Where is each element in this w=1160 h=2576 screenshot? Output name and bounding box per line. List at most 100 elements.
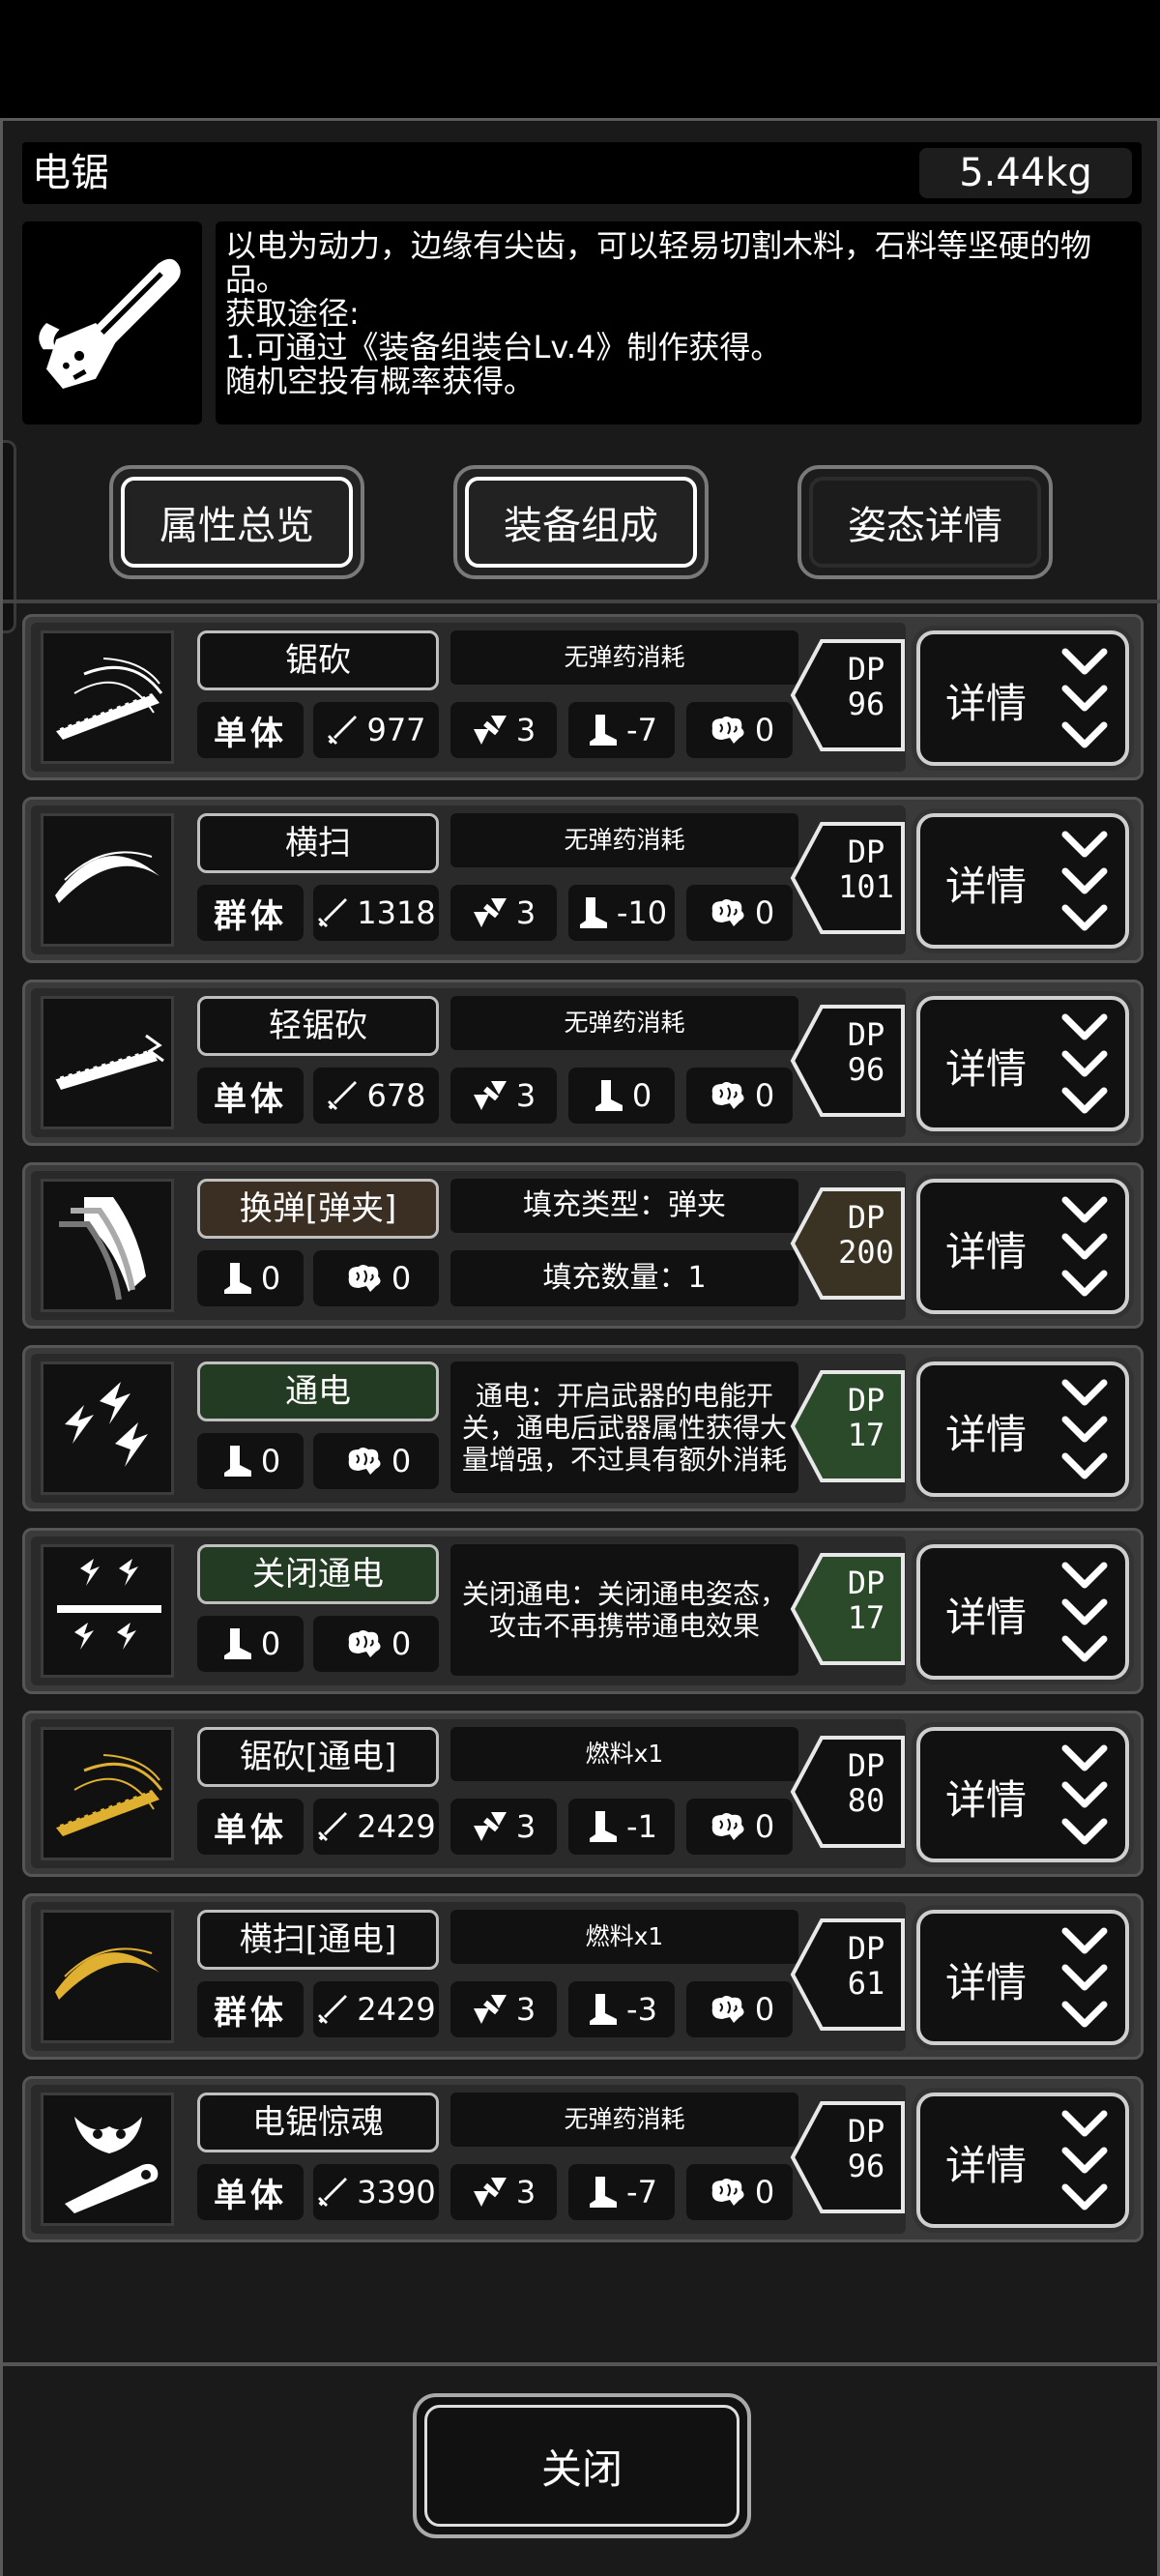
ammo-cost: 无弹药消耗: [450, 996, 798, 1050]
details-button[interactable]: 详情: [916, 1727, 1129, 1862]
divider: [3, 2362, 1160, 2366]
skill-note: 关闭通电：关闭通电姿态，攻击不再携带通电效果: [450, 1544, 798, 1676]
sword-icon: [318, 2178, 348, 2207]
divider: [3, 600, 1160, 603]
electric-bolts-icon: [41, 1361, 174, 1495]
attack-value: 977: [366, 712, 426, 748]
description-line: 随机空投有概率获得。: [225, 363, 536, 399]
equipment-composition-button[interactable]: 装备组成: [453, 465, 709, 579]
ammo-cost: 无弹药消耗: [450, 813, 798, 867]
brain-value: 0: [754, 712, 775, 748]
move-value: -10: [616, 894, 668, 931]
description-line: 以电为动力，边缘有尖齿，可以轻易切割木料，石料等坚硬的物品。: [225, 227, 1092, 298]
attack-stat: 977: [313, 702, 439, 758]
details-label: 详情: [945, 1959, 1028, 2006]
sword-icon: [328, 1081, 358, 1110]
brain-stat: 0: [686, 702, 793, 758]
button-label: 姿态详情: [848, 504, 1002, 548]
details-button[interactable]: 详情: [916, 1910, 1129, 2045]
brain-stat: 0: [686, 1799, 793, 1855]
dp-badge: DP 96: [789, 638, 914, 752]
hit-value: 3: [515, 712, 536, 748]
brain-stat: 0: [686, 1068, 793, 1124]
brain-stat: 0: [686, 885, 793, 941]
details-button[interactable]: 详情: [916, 1544, 1129, 1680]
details-button[interactable]: 详情: [916, 1361, 1129, 1497]
dp-badge: DP 80: [789, 1735, 914, 1849]
dp-badge: DP 101: [789, 821, 914, 935]
dp-text: DP 61: [847, 1930, 885, 2002]
stance-details-button[interactable]: 姿态详情: [798, 465, 1053, 579]
details-button[interactable]: 详情: [916, 2093, 1129, 2228]
boot-icon: [590, 715, 618, 746]
brain-value: 0: [391, 1260, 412, 1297]
target-type: 单体: [197, 702, 304, 758]
item-weight: 5.44kg: [919, 148, 1132, 198]
chainsaw-slash-icon: [41, 630, 174, 764]
item-detail-panel: 电锯 5.44kg 以电为动力，边缘有尖齿，可以轻易切割木料，石料等坚硬的物品。…: [0, 118, 1160, 2576]
item-title: 电锯: [32, 151, 109, 195]
skill-name: 锯砍: [197, 630, 439, 690]
details-label: 详情: [945, 1228, 1028, 1275]
brain-value: 0: [754, 1077, 775, 1114]
attack-value: 2429: [357, 1808, 436, 1845]
hit-value: 3: [515, 894, 536, 931]
brain-value: 0: [754, 1808, 775, 1845]
target-type: 群体: [197, 885, 304, 941]
attack-stat: 678: [313, 1068, 439, 1124]
attack-stat: 2429: [313, 1981, 439, 2037]
description-line: 获取途径:: [225, 295, 360, 332]
details-label: 详情: [945, 1045, 1028, 1093]
attack-stat: 3390: [313, 2164, 439, 2220]
boot-icon: [590, 1811, 618, 1842]
hit-stat: 3: [450, 2164, 557, 2220]
details-button[interactable]: 详情: [916, 813, 1129, 949]
brain-icon: [348, 1448, 381, 1475]
dp-badge: DP 61: [789, 1917, 914, 2032]
dp-text: DP 17: [847, 1565, 885, 1636]
dp-value: 200: [838, 1234, 894, 1271]
brain-icon: [711, 1082, 744, 1109]
attack-value: 3390: [357, 2174, 436, 2210]
details-button[interactable]: 详情: [916, 1179, 1129, 1314]
hit-icon: [473, 1995, 507, 2024]
attributes-overview-button[interactable]: 属性总览: [109, 465, 364, 579]
move-stat: 0: [568, 1068, 675, 1124]
brain-icon: [711, 717, 744, 744]
boot-icon: [590, 2177, 618, 2208]
skill-row: 锯砍[通电] 燃料x1 单体 2429 3 -1 0 DP 80 详情: [22, 1711, 1144, 1877]
target-type: 单体: [197, 1068, 304, 1124]
skill-name: 换弹[弹夹]: [197, 1179, 439, 1239]
hit-stat: 3: [450, 1799, 557, 1855]
move-value: -7: [626, 2174, 657, 2210]
dp-value: 17: [847, 1599, 885, 1636]
move-value: -1: [626, 1808, 657, 1845]
skill-name: 横扫: [197, 813, 439, 873]
move-stat: -7: [568, 2164, 675, 2220]
close-label: 关闭: [540, 2444, 623, 2493]
dp-value: 61: [847, 1965, 885, 2002]
brain-stat: 0: [313, 1250, 439, 1306]
details-label: 详情: [945, 1411, 1028, 1458]
details-button[interactable]: 详情: [916, 630, 1129, 766]
brain-icon: [711, 1813, 744, 1840]
target-label: 群体: [214, 896, 287, 936]
chainsaw-massacre-icon: [41, 2093, 174, 2226]
brain-value: 0: [754, 2174, 775, 2210]
sweep-slash-icon: [41, 813, 174, 947]
dp-value: 96: [847, 2148, 885, 2184]
hit-stat: 3: [450, 1068, 557, 1124]
hit-stat: 3: [450, 885, 557, 941]
details-label: 详情: [945, 1594, 1028, 1641]
dp-value: 17: [847, 1417, 885, 1453]
dp-text: DP 200: [838, 1199, 894, 1271]
close-button[interactable]: 关闭: [413, 2393, 751, 2538]
dp-value: 80: [847, 1782, 885, 1819]
brain-icon: [711, 899, 744, 926]
details-button[interactable]: 详情: [916, 996, 1129, 1131]
ammo-cost: 燃料x1: [450, 1727, 798, 1781]
fill-type: 填充类型：弹夹: [450, 1179, 798, 1233]
chevron-down-icon: [1061, 1196, 1108, 1297]
dp-value: 96: [847, 686, 885, 722]
chainsaw-icon: [22, 221, 202, 424]
